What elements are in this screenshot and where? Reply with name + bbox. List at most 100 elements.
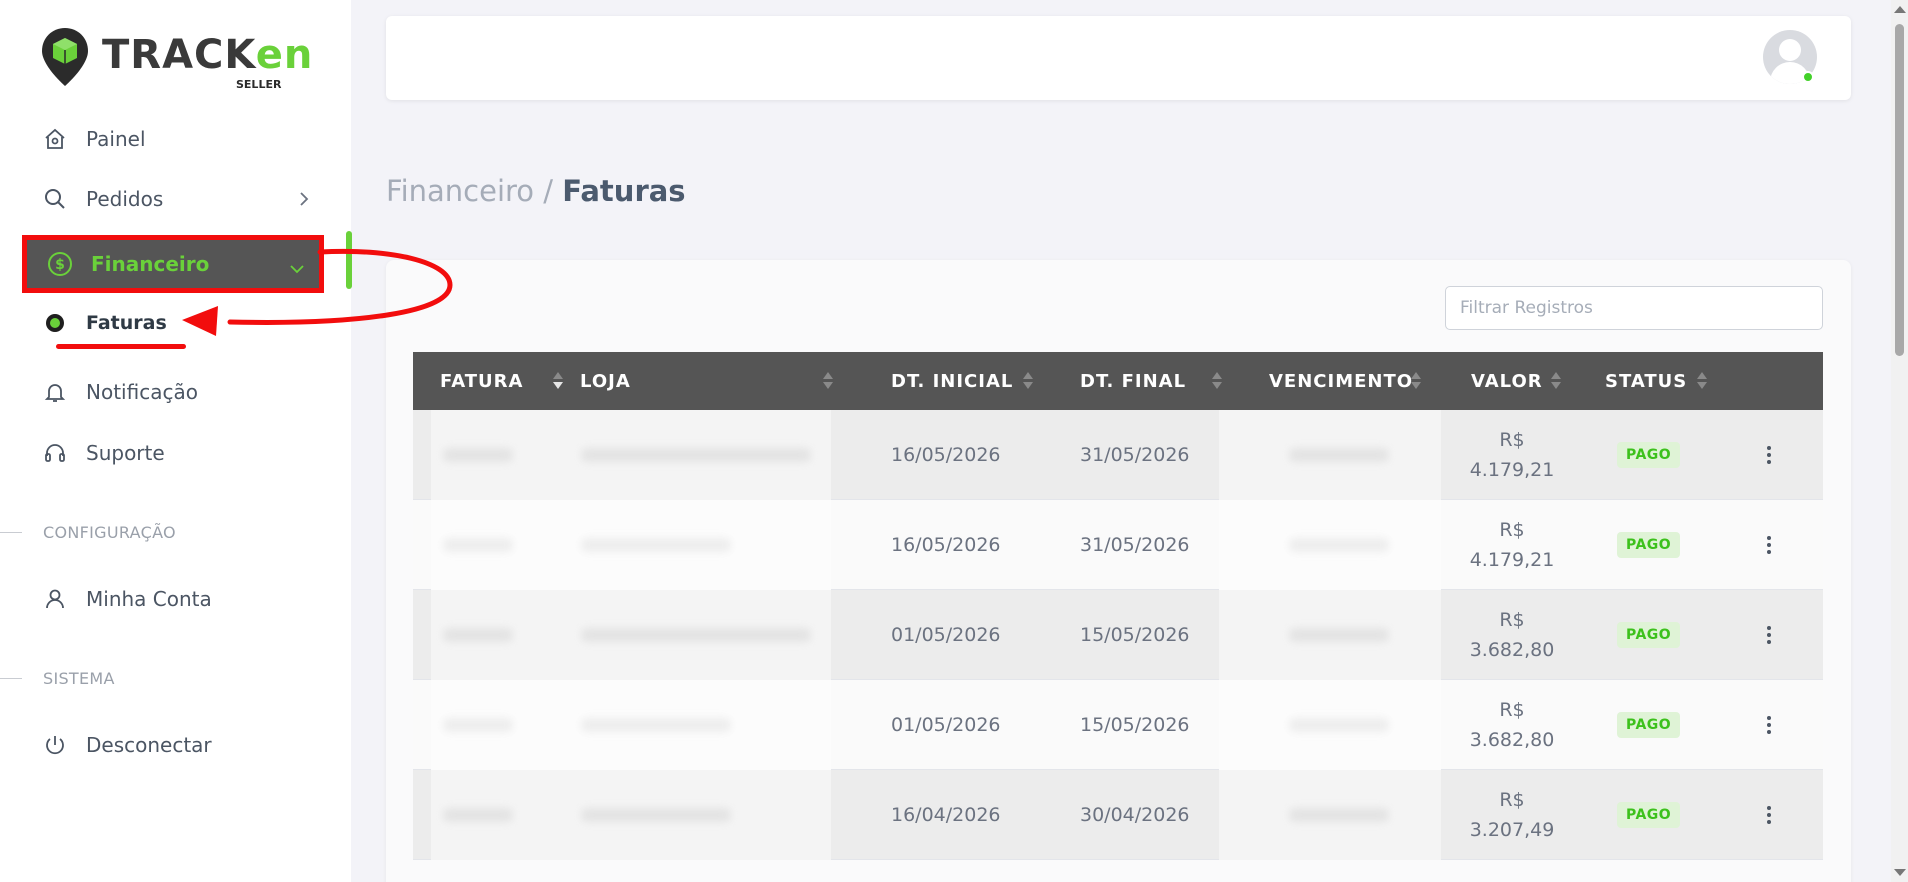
location-pin-icon [42, 28, 88, 86]
cell-dt-inicial: 01/05/2026 [891, 624, 1001, 646]
cell-status: PAGO [1617, 590, 1681, 680]
col-header-dt-inicial[interactable]: DT. INICIAL [891, 352, 1033, 410]
cell-vencimento-redacted [1289, 680, 1389, 770]
sidebar-item-label: Suporte [86, 441, 165, 465]
headset-icon [40, 438, 70, 468]
cell-vencimento-redacted [1289, 770, 1389, 860]
sidebar-item-label: Notificação [86, 380, 198, 404]
table-row[interactable]: 01/05/2026 15/05/2026 R$ 3.682,80 PAGO [413, 590, 1823, 680]
section-title-sistema: SISTEMA [0, 669, 115, 688]
sort-icon [1212, 372, 1222, 390]
cell-valor: R$ 4.179,21 [1469, 519, 1555, 571]
breadcrumb-separator: / [543, 174, 554, 208]
dot-icon [46, 314, 64, 332]
sidebar-item-label: Minha Conta [86, 587, 212, 611]
cell-dt-inicial: 16/05/2026 [891, 444, 1001, 466]
cell-status: PAGO [1617, 680, 1681, 770]
col-header-loja[interactable]: LOJA [580, 352, 833, 410]
divider [0, 678, 22, 679]
cell-status: PAGO [1617, 410, 1681, 500]
more-vertical-icon [1766, 446, 1772, 464]
cell-loja-redacted [581, 500, 731, 590]
cell-fatura-redacted [443, 500, 513, 590]
brand-subtitle: SELLER [236, 78, 282, 91]
status-badge: PAGO [1617, 712, 1681, 738]
sidebar-item-minha-conta[interactable]: Minha Conta [40, 579, 320, 619]
home-icon [40, 124, 70, 154]
cell-dt-final: 30/04/2026 [1080, 804, 1190, 826]
row-actions-button[interactable] [1766, 500, 1772, 590]
cell-dt-final: 15/05/2026 [1080, 624, 1190, 646]
topbar [386, 16, 1851, 100]
sidebar-item-label: Painel [86, 127, 146, 151]
cell-dt-inicial: 16/04/2026 [891, 804, 1001, 826]
cell-loja-redacted [581, 590, 811, 680]
sidebar-item-suporte[interactable]: Suporte [40, 433, 320, 473]
status-badge: PAGO [1617, 442, 1681, 468]
bell-icon [40, 377, 70, 407]
cell-fatura-redacted [443, 410, 513, 500]
chevron-right-icon [298, 189, 310, 214]
sort-icon [823, 372, 833, 390]
chevron-down-icon [289, 256, 305, 280]
row-actions-button[interactable] [1766, 410, 1772, 500]
svg-text:$: $ [55, 257, 65, 273]
sidebar-item-notificacao[interactable]: Notificação [40, 372, 320, 412]
col-header-dt-final[interactable]: DT. FINAL [1080, 352, 1222, 410]
col-header-valor[interactable]: VALOR [1471, 352, 1561, 410]
active-indicator [346, 231, 352, 289]
scroll-thumb[interactable] [1895, 24, 1904, 356]
scroll-down-arrow-icon[interactable] [1894, 869, 1906, 876]
sidebar-item-label: Faturas [86, 312, 167, 334]
brand-name: TRACKen [102, 32, 314, 78]
sidebar-item-pedidos[interactable]: Pedidos [40, 179, 320, 219]
cell-fatura-redacted [443, 770, 513, 860]
table-row[interactable]: 16/04/2026 30/04/2026 R$ 3.207,49 PAGO [413, 770, 1823, 860]
vertical-scrollbar[interactable] [1891, 0, 1908, 882]
table-row[interactable]: 16/05/2026 31/05/2026 R$ 4.179,21 PAGO [413, 410, 1823, 500]
cell-status: PAGO [1617, 770, 1681, 860]
col-header-vencimento[interactable]: VENCIMENTO [1269, 352, 1421, 410]
table-row[interactable]: 01/05/2026 15/05/2026 R$ 3.682,80 PAGO [413, 680, 1823, 770]
row-actions-button[interactable] [1766, 590, 1772, 680]
cell-loja-redacted [581, 410, 811, 500]
section-title-configuracao: CONFIGURAÇÃO [0, 523, 176, 542]
sort-icon [1023, 372, 1033, 390]
col-header-status[interactable]: STATUS [1605, 352, 1707, 410]
sidebar-item-financeiro[interactable]: $ Financeiro [22, 235, 324, 293]
sidebar-item-label: Financeiro [91, 252, 210, 276]
sidebar: TRACKen SELLER Painel Pedidos $ Financei… [0, 0, 352, 882]
online-status-dot [1802, 71, 1814, 83]
sidebar-item-desconectar[interactable]: Desconectar [40, 725, 320, 765]
breadcrumb-current: Faturas [562, 174, 686, 208]
cell-valor: R$ 4.179,21 [1469, 429, 1555, 481]
divider [0, 532, 22, 533]
cell-dt-final: 31/05/2026 [1080, 534, 1190, 556]
status-badge: PAGO [1617, 532, 1681, 558]
filter-input[interactable] [1445, 286, 1823, 330]
sort-icon [1551, 372, 1561, 390]
status-badge: PAGO [1617, 622, 1681, 648]
row-actions-button[interactable] [1766, 770, 1772, 860]
scroll-up-arrow-icon[interactable] [1894, 6, 1906, 13]
user-icon [40, 584, 70, 614]
search-icon [40, 184, 70, 214]
cell-fatura-redacted [443, 680, 513, 770]
brand-logo[interactable]: TRACKen SELLER [40, 26, 312, 92]
more-vertical-icon [1766, 716, 1772, 734]
cell-vencimento-redacted [1289, 590, 1389, 680]
breadcrumb-parent[interactable]: Financeiro [386, 174, 534, 208]
col-header-fatura[interactable]: FATURA [440, 352, 563, 410]
sidebar-subitem-faturas[interactable]: Faturas [46, 312, 167, 334]
cell-vencimento-redacted [1289, 410, 1389, 500]
more-vertical-icon [1766, 626, 1772, 644]
sidebar-item-label: Pedidos [86, 187, 164, 211]
more-vertical-icon [1766, 536, 1772, 554]
row-actions-button[interactable] [1766, 680, 1772, 770]
table-header: FATURA LOJA DT. INICIAL DT. FINAL VENCIM… [413, 352, 1823, 410]
avatar-head [1779, 39, 1801, 61]
table-row[interactable]: 16/05/2026 31/05/2026 R$ 4.179,21 PAGO [413, 500, 1823, 590]
cell-dt-inicial: 01/05/2026 [891, 714, 1001, 736]
cell-valor: R$ 3.682,80 [1469, 699, 1555, 751]
sidebar-item-painel[interactable]: Painel [40, 119, 320, 159]
